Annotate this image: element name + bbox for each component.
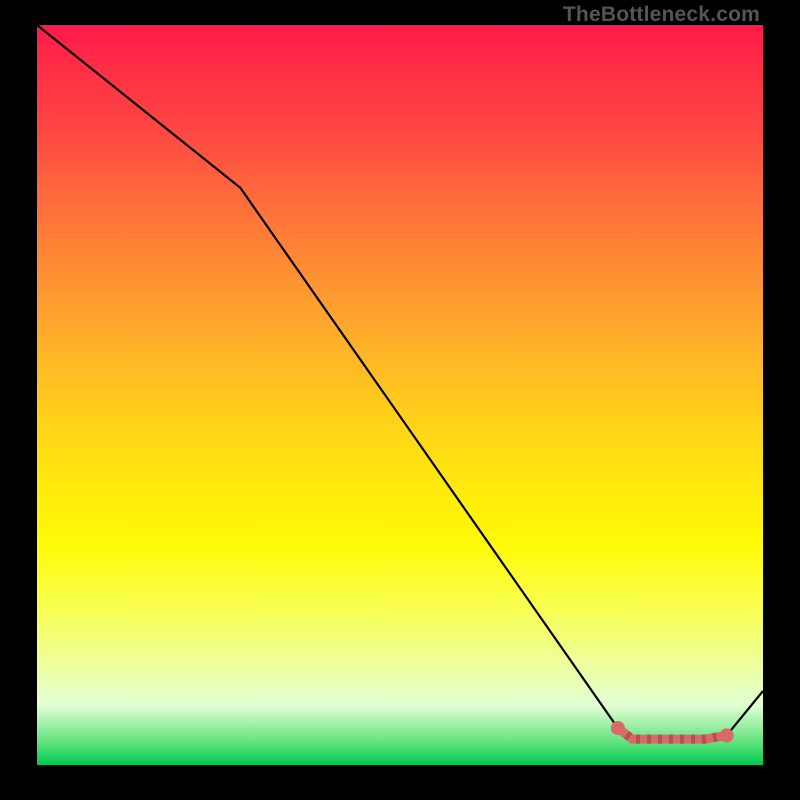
line-series — [37, 25, 763, 739]
highlight-start-dot — [611, 721, 625, 735]
bottleneck-curve-path — [37, 25, 763, 739]
chart-container: TheBottleneck.com — [0, 0, 800, 800]
chart-svg — [37, 25, 763, 765]
watermark-text: TheBottleneck.com — [563, 3, 760, 27]
highlight-end-dot — [720, 728, 734, 742]
highlight-segment — [611, 721, 734, 742]
